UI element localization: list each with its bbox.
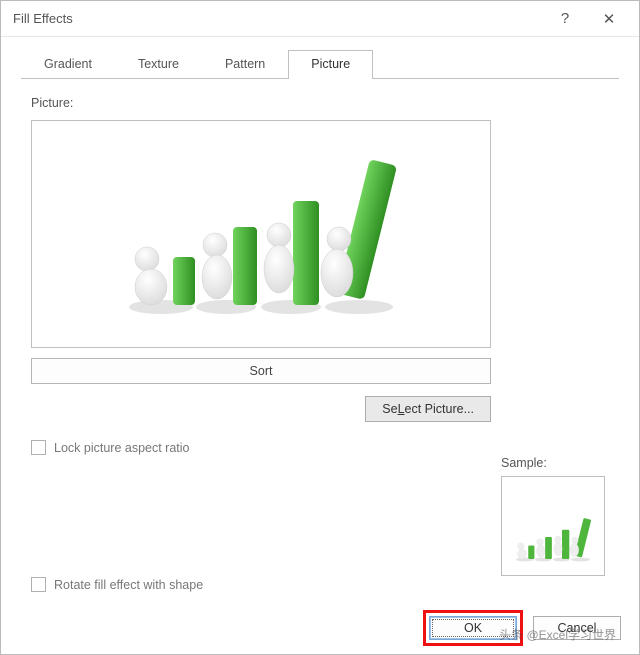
window-title: Fill Effects	[13, 11, 543, 26]
sort-button[interactable]: Sort	[31, 358, 491, 384]
cancel-button-label: Cancel	[558, 621, 597, 635]
tabstrip-wrap: Gradient Texture Pattern Picture	[1, 37, 639, 78]
sort-button-label: Sort	[250, 364, 273, 378]
dialog-button-bar: OK Cancel	[1, 608, 639, 654]
sample-preview-image	[508, 509, 598, 569]
tab-texture[interactable]: Texture	[115, 50, 202, 79]
ok-highlight-annotation: OK	[423, 610, 523, 646]
select-picture-label: SeLect Picture...	[382, 402, 474, 416]
tab-picture[interactable]: Picture	[288, 50, 373, 79]
sample-preview	[501, 476, 605, 576]
ok-button[interactable]: OK	[429, 616, 517, 640]
tab-label: Pattern	[225, 57, 265, 71]
fill-effects-dialog: Fill Effects ? ✕ Gradient Texture Patter…	[0, 0, 640, 655]
help-icon[interactable]: ?	[543, 1, 587, 37]
lock-aspect-row: Lock picture aspect ratio	[31, 440, 609, 455]
rotate-fill-checkbox[interactable]	[31, 577, 46, 592]
titlebar: Fill Effects ? ✕	[1, 1, 639, 37]
tab-label: Texture	[138, 57, 179, 71]
cancel-button[interactable]: Cancel	[533, 616, 621, 640]
lock-aspect-checkbox[interactable]	[31, 440, 46, 455]
tab-gradient[interactable]: Gradient	[21, 50, 115, 79]
rotate-fill-label: Rotate fill effect with shape	[54, 578, 203, 592]
lock-aspect-label: Lock picture aspect ratio	[54, 441, 190, 455]
picture-preview	[31, 120, 491, 348]
rotate-fill-row: Rotate fill effect with shape	[31, 577, 609, 592]
sample-label: Sample:	[501, 456, 611, 470]
tab-label: Picture	[311, 57, 350, 71]
picture-preview-image	[101, 149, 421, 319]
select-picture-row: SeLect Picture...	[31, 396, 491, 422]
tab-pattern[interactable]: Pattern	[202, 50, 288, 79]
tabstrip: Gradient Texture Pattern Picture	[1, 37, 639, 78]
picture-tabpane: Picture:	[21, 78, 619, 608]
close-icon[interactable]: ✕	[587, 1, 631, 37]
tab-label: Gradient	[44, 57, 92, 71]
picture-label: Picture:	[31, 96, 609, 110]
ok-button-label: OK	[464, 621, 482, 635]
sample-area: Sample:	[501, 456, 611, 576]
select-picture-button[interactable]: SeLect Picture...	[365, 396, 491, 422]
